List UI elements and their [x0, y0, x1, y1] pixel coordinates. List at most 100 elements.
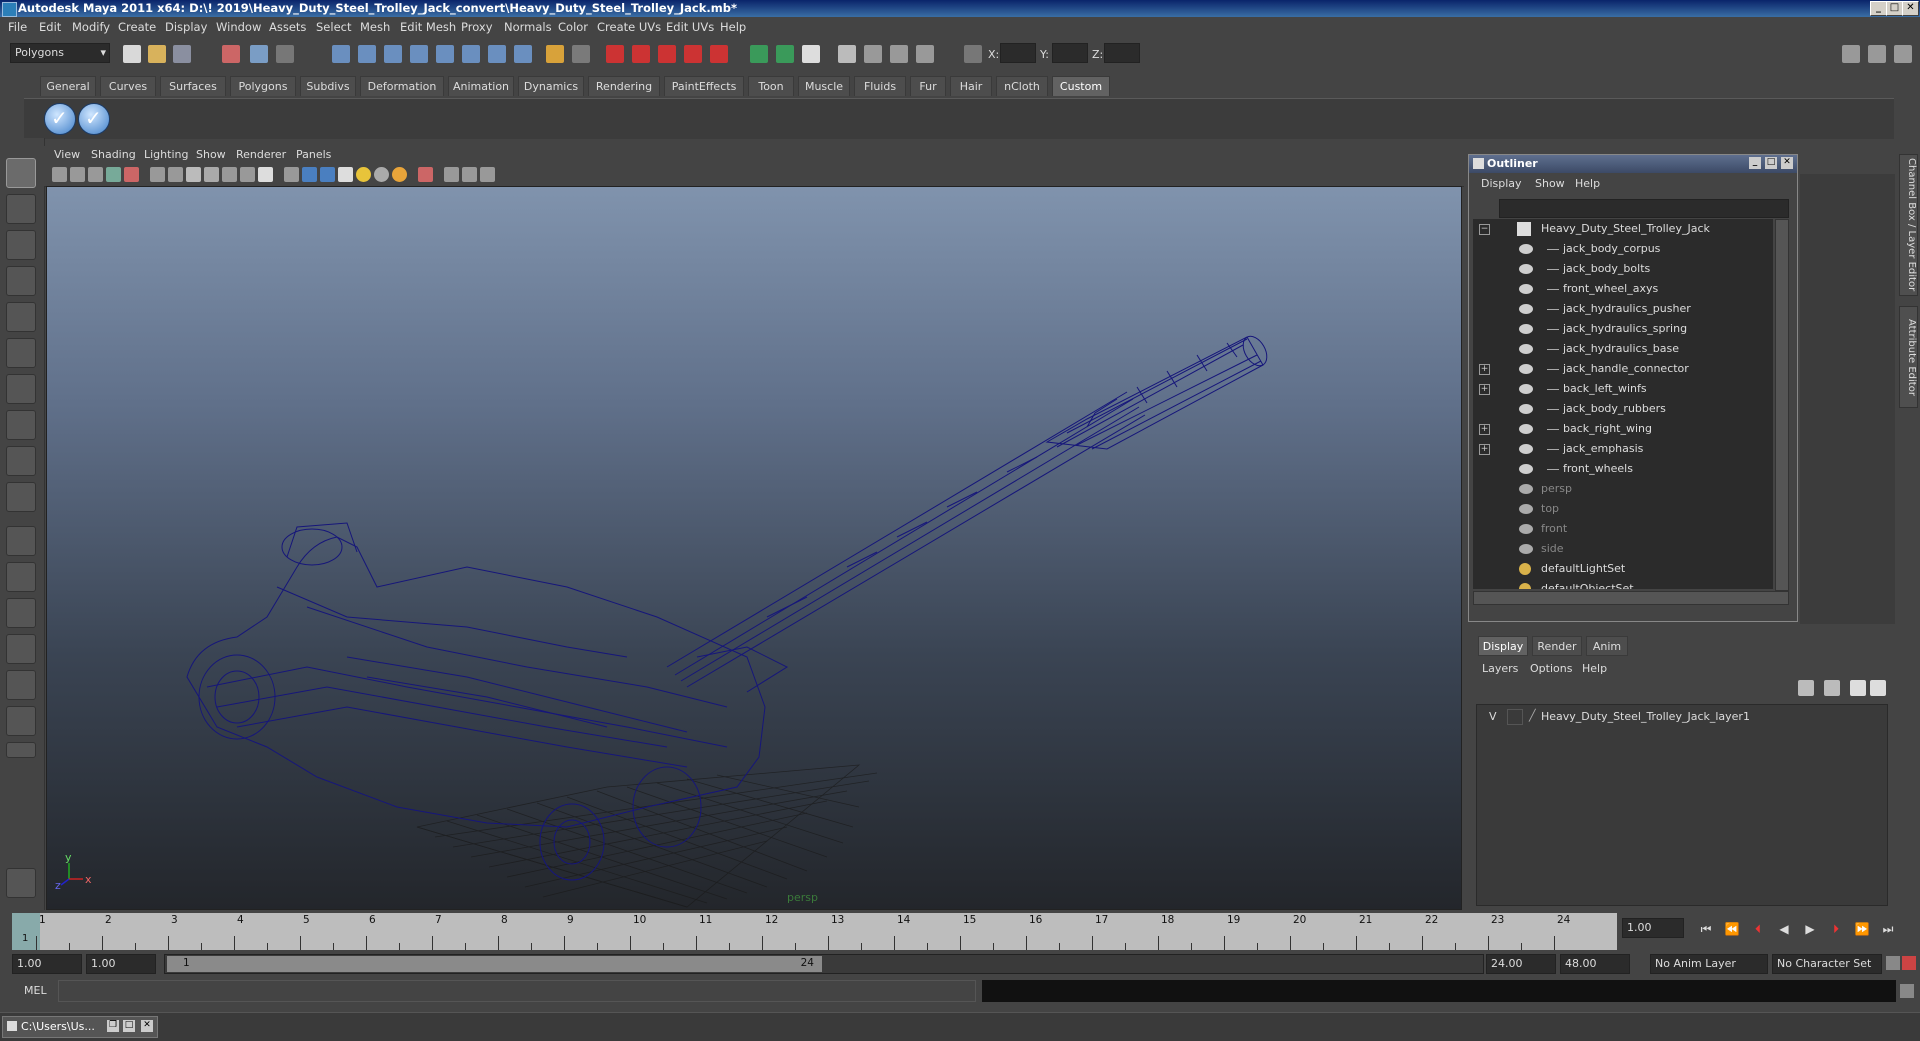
tab-subdivs[interactable]: Subdivs	[300, 76, 356, 96]
render-view-icon[interactable]	[710, 45, 728, 63]
outliner-camera-item[interactable]: top	[1473, 499, 1773, 519]
xray-components-icon[interactable]	[480, 167, 495, 182]
layer-row[interactable]: V ╱ Heavy_Duty_Steel_Trolley_Jack_layer1	[1477, 707, 1887, 727]
outliner-item[interactable]: jack_body_rubbers	[1473, 399, 1773, 419]
outliner-item[interactable]: jack_hydraulics_spring	[1473, 319, 1773, 339]
outliner-item[interactable]: + jack_handle_connector	[1473, 359, 1773, 379]
layer-playback-toggle[interactable]	[1507, 709, 1523, 725]
grid-toggle-icon[interactable]	[150, 167, 165, 182]
display-icon[interactable]	[864, 45, 882, 63]
snap-plane-icon[interactable]	[410, 45, 428, 63]
rotate-tool-icon[interactable]	[6, 302, 36, 332]
tab-anim-layers[interactable]: Anim	[1586, 636, 1628, 656]
last-tool-icon[interactable]	[6, 482, 36, 512]
outliner-item[interactable]: jack_body_corpus	[1473, 239, 1773, 259]
outliner-item[interactable]: + jack_emphasis	[1473, 439, 1773, 459]
toggle-channel-box-icon[interactable]	[1894, 45, 1912, 63]
select-object-icon[interactable]	[250, 45, 268, 63]
relative-transform-icon[interactable]	[964, 45, 982, 63]
go-to-end-icon[interactable]: ⏭	[1879, 922, 1897, 938]
menu-normals[interactable]: Normals	[504, 20, 552, 34]
range-handle[interactable]: 1 24	[167, 956, 822, 972]
shadows-icon[interactable]	[374, 167, 389, 182]
safe-action-icon[interactable]	[240, 167, 255, 182]
playback-start-field[interactable]: 1.00	[86, 954, 156, 974]
tab-fluids[interactable]: Fluids	[854, 76, 906, 96]
viewport-menu-renderer[interactable]: Renderer	[236, 148, 286, 161]
bookmarks-icon[interactable]	[88, 167, 103, 182]
soft-mod-tool-icon[interactable]	[6, 410, 36, 440]
menu-select[interactable]: Select	[316, 20, 351, 34]
outliner-close-button[interactable]: ✕	[1781, 157, 1793, 169]
display-2-icon[interactable]	[890, 45, 908, 63]
maximize-button[interactable]: □	[1886, 1, 1903, 16]
viewport-menu-show[interactable]: Show	[196, 148, 226, 161]
tab-deformation[interactable]: Deformation	[360, 76, 444, 96]
tab-polygons[interactable]: Polygons	[230, 76, 296, 96]
move-tool-icon[interactable]	[6, 266, 36, 296]
toggle-tool-settings-icon[interactable]	[1868, 45, 1886, 63]
tab-display-layers[interactable]: Display	[1478, 636, 1528, 656]
close-button[interactable]: ✕	[141, 1020, 153, 1032]
select-component-icon[interactable]	[276, 45, 294, 63]
xray-joints-icon[interactable]	[462, 167, 477, 182]
render-settings-icon[interactable]	[658, 45, 676, 63]
tab-general[interactable]: General	[40, 76, 96, 96]
wireframe-on-shaded-icon[interactable]	[320, 167, 335, 182]
expand-icon[interactable]: +	[1479, 384, 1490, 395]
menu-display[interactable]: Display	[165, 20, 207, 34]
command-language-label[interactable]: MEL	[24, 984, 47, 997]
snap-live-icon[interactable]	[488, 45, 506, 63]
display-3-icon[interactable]	[916, 45, 934, 63]
tab-rendering[interactable]: Rendering	[588, 76, 660, 96]
tab-render-layers[interactable]: Render	[1532, 636, 1582, 656]
gate-mask-icon[interactable]	[204, 167, 219, 182]
outliner-maximize-button[interactable]: □	[1765, 157, 1777, 169]
script-editor-icon[interactable]	[1900, 984, 1914, 998]
smooth-shade-icon[interactable]	[302, 167, 317, 182]
shelf-button-1[interactable]: ✓	[44, 103, 76, 135]
ipr-render-icon[interactable]	[632, 45, 650, 63]
two-d-pan-zoom-icon[interactable]	[124, 167, 139, 182]
layer-name[interactable]: Heavy_Duty_Steel_Trolley_Jack_layer1	[1541, 710, 1750, 723]
resolution-gate-icon[interactable]	[186, 167, 201, 182]
clipboard-icon[interactable]	[802, 45, 820, 63]
save-scene-icon[interactable]	[173, 45, 191, 63]
help-icon[interactable]	[514, 45, 532, 63]
tab-channel-box-layer-editor[interactable]: Channel Box / Layer Editor	[1899, 154, 1918, 296]
new-layer-selected-icon[interactable]	[1824, 680, 1840, 696]
textured-icon[interactable]	[338, 167, 353, 182]
start-time-field[interactable]: 1.00	[12, 954, 82, 974]
minimized-window[interactable]: C:\Users\Us... ❐ □ ✕	[2, 1016, 158, 1038]
toggle-attribute-editor-icon[interactable]	[1842, 45, 1860, 63]
tab-muscle[interactable]: Muscle	[798, 76, 850, 96]
four-pane-layout-icon[interactable]	[6, 562, 36, 592]
paint-select-tool-icon[interactable]	[6, 230, 36, 260]
close-button[interactable]: ✕	[1902, 1, 1919, 16]
outliner-set-item[interactable]: defaultLightSet	[1473, 559, 1773, 579]
menu-set-dropdown[interactable]: Polygons ▾	[10, 43, 110, 63]
outliner-item[interactable]: jack_body_bolts	[1473, 259, 1773, 279]
outliner-minimize-button[interactable]: _	[1749, 157, 1761, 169]
tab-animation[interactable]: Animation	[448, 76, 514, 96]
menu-edit-mesh[interactable]: Edit Mesh	[400, 20, 456, 34]
menu-create-uvs[interactable]: Create UVs	[597, 20, 661, 34]
viewport-menu-shading[interactable]: Shading	[91, 148, 136, 161]
single-pane-layout-icon[interactable]	[6, 526, 36, 556]
snap-curve-icon[interactable]	[358, 45, 376, 63]
outliner-camera-item[interactable]: persp	[1473, 479, 1773, 499]
maximize-button[interactable]: □	[123, 1020, 135, 1032]
character-set-dropdown[interactable]: No Character Set	[1772, 954, 1882, 974]
open-scene-icon[interactable]	[148, 45, 166, 63]
layer-menu-options[interactable]: Options	[1530, 662, 1572, 675]
z-input[interactable]	[1104, 43, 1140, 63]
menu-edit-uvs[interactable]: Edit UVs	[666, 20, 714, 34]
more-layouts-icon[interactable]	[6, 742, 36, 758]
universal-manipulator-icon[interactable]	[6, 374, 36, 404]
layer-color-swatch-icon[interactable]: ╱	[1529, 709, 1536, 722]
image-plane-icon[interactable]	[106, 167, 121, 182]
tab-ncloth[interactable]: nCloth	[996, 76, 1048, 96]
current-time-field[interactable]: 1.00	[1622, 918, 1684, 938]
time-slider[interactable]: 1 1 2 3 4 5 6 7 8 9 10 11 12 13 14 15 16 17 18 19 20 21 22 23 2…	[0, 910, 1920, 952]
menu-help[interactable]: Help	[720, 20, 746, 34]
